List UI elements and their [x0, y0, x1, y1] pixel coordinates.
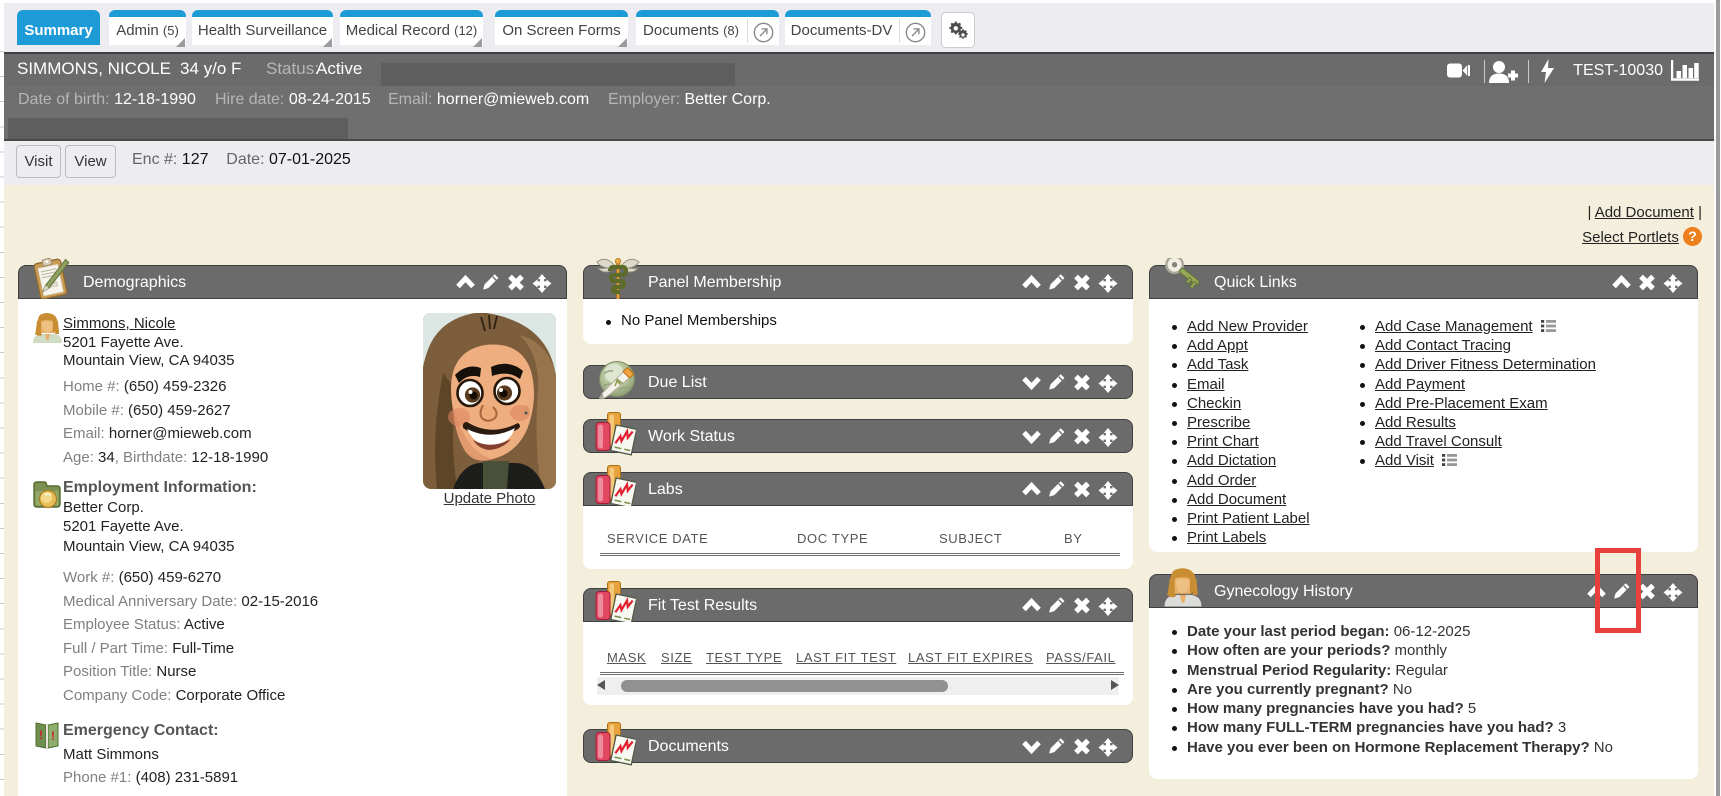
svg-text:?: ? [1688, 228, 1697, 244]
svg-text:!: ! [39, 728, 43, 742]
svg-text:!: ! [51, 729, 55, 743]
